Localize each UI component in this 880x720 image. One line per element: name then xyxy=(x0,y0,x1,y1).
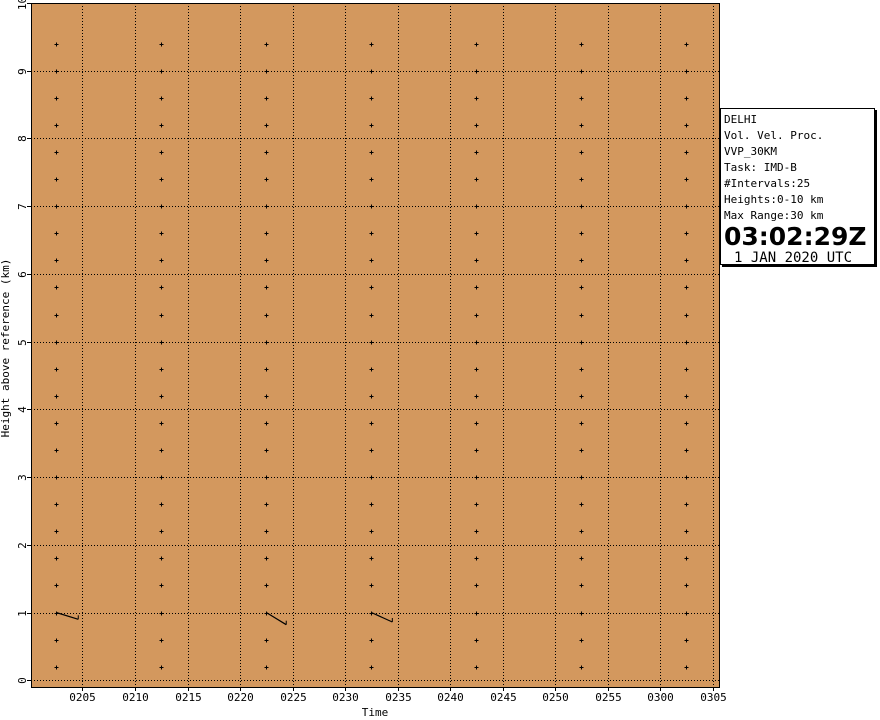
x-tick-label: 0255 xyxy=(595,691,622,704)
x-axis-title: Time xyxy=(362,706,389,719)
product-label: Vol. Vel. Proc. xyxy=(724,129,824,142)
y-axis-title: Height above reference (km) xyxy=(0,259,12,438)
y-tick-label: 3 xyxy=(16,474,29,481)
x-tick-label: 0240 xyxy=(437,691,464,704)
x-tick-label: 0245 xyxy=(490,691,517,704)
plot-background xyxy=(31,3,719,687)
x-tick-label: 0210 xyxy=(122,691,149,704)
product-code-label: VVP_30KM xyxy=(724,145,777,158)
y-tick-label: 5 xyxy=(16,339,29,346)
y-tick-label: 4 xyxy=(16,406,29,413)
info-panel: DELHI Vol. Vel. Proc. VVP_30KM Task: IMD… xyxy=(720,108,875,266)
y-tick-label: 1 xyxy=(16,610,29,617)
date-label: 1 JAN 2020 UTC xyxy=(734,250,853,266)
task-label: Task: IMD-B xyxy=(724,161,797,174)
x-tick-label: 0220 xyxy=(227,691,254,704)
x-tick-label: 0250 xyxy=(542,691,569,704)
y-tick-label: 6 xyxy=(16,271,29,278)
x-tick-label: 0205 xyxy=(69,691,96,704)
y-tick-label: 7 xyxy=(16,203,29,210)
plot-area xyxy=(31,3,719,687)
x-tick-label: 0235 xyxy=(385,691,412,704)
y-tick-label: 2 xyxy=(16,542,29,549)
x-tick-label: 0230 xyxy=(332,691,359,704)
x-tick-label: 0305 xyxy=(700,691,727,704)
time-label: 03:02:29Z xyxy=(724,222,867,251)
y-tick-label: 10 xyxy=(16,0,29,10)
y-tick-label: 9 xyxy=(16,68,29,75)
x-tick-label: 0300 xyxy=(647,691,674,704)
heights-label: Heights:0-10 km xyxy=(724,193,824,206)
station-label: DELHI xyxy=(724,113,758,126)
y-tick-label: 0 xyxy=(16,677,29,684)
intervals-label: #Intervals:25 xyxy=(724,177,811,190)
x-tick-label: 0215 xyxy=(175,691,202,704)
y-tick-label: 8 xyxy=(16,135,29,142)
x-tick-label: 0225 xyxy=(280,691,307,704)
